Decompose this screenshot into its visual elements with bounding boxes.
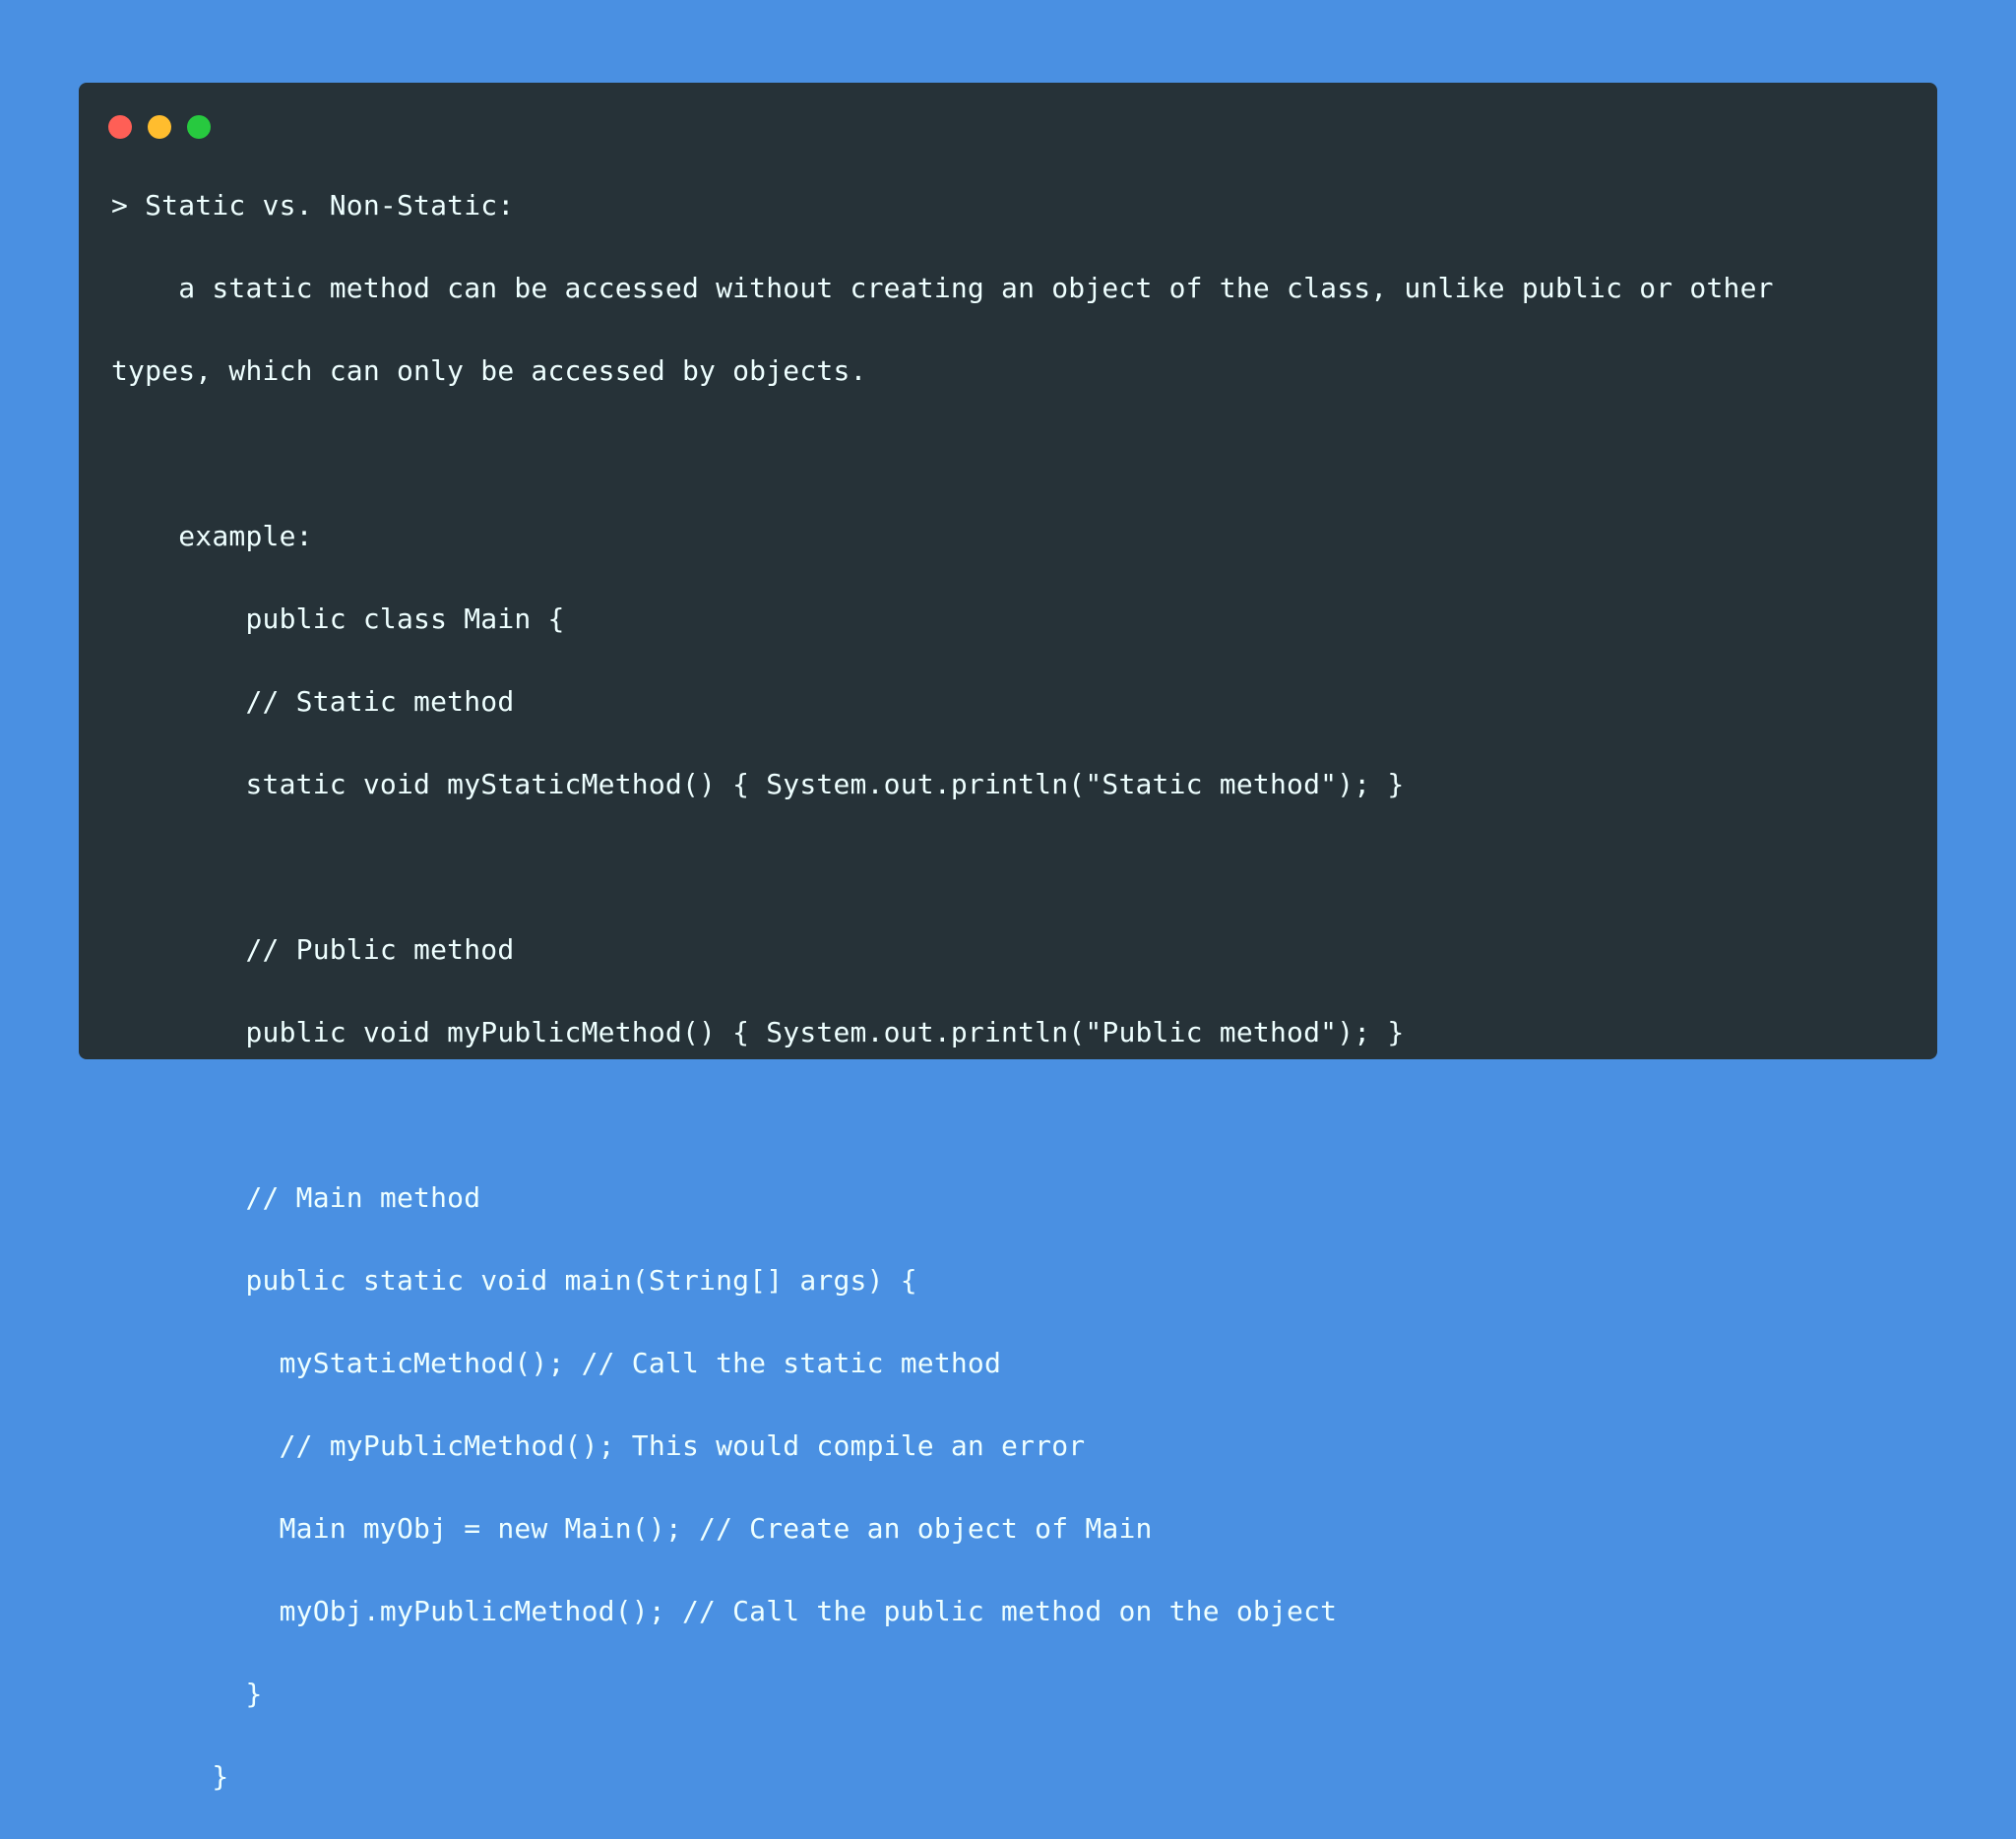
code-line: example:	[111, 520, 313, 552]
code-line-empty	[111, 1095, 1844, 1136]
code-line: // Static method	[111, 685, 515, 718]
code-line: }	[111, 1678, 263, 1710]
code-line: types, which can only be accessed by obj…	[111, 354, 867, 387]
code-line: myObj.myPublicMethod(); // Call the publ…	[111, 1595, 1338, 1627]
code-line: // myPublicMethod(); This would compile …	[111, 1429, 1086, 1462]
code-line: }	[111, 1760, 229, 1793]
maximize-dot-icon[interactable]	[187, 115, 211, 139]
code-line: Main myObj = new Main(); // Create an ob…	[111, 1512, 1153, 1545]
code-line-empty	[111, 847, 1844, 888]
code-line: public class Main {	[111, 602, 565, 635]
minimize-dot-icon[interactable]	[148, 115, 171, 139]
code-line: myStaticMethod(); // Call the static met…	[111, 1347, 1002, 1379]
code-line: // Public method	[111, 933, 515, 966]
code-block: > Static vs. Non-Static: a static method…	[111, 185, 1844, 1839]
code-line-empty	[111, 433, 1844, 475]
code-line: static void myStaticMethod() { System.ou…	[111, 768, 1405, 800]
window-controls	[108, 115, 211, 139]
code-line: // Main method	[111, 1181, 481, 1214]
code-line: > Static vs. Non-Static:	[111, 189, 515, 222]
code-line: public void myPublicMethod() { System.ou…	[111, 1016, 1405, 1048]
close-dot-icon[interactable]	[108, 115, 132, 139]
code-line: a static method can be accessed without …	[111, 272, 1774, 304]
code-line: public static void main(String[] args) {	[111, 1264, 917, 1297]
